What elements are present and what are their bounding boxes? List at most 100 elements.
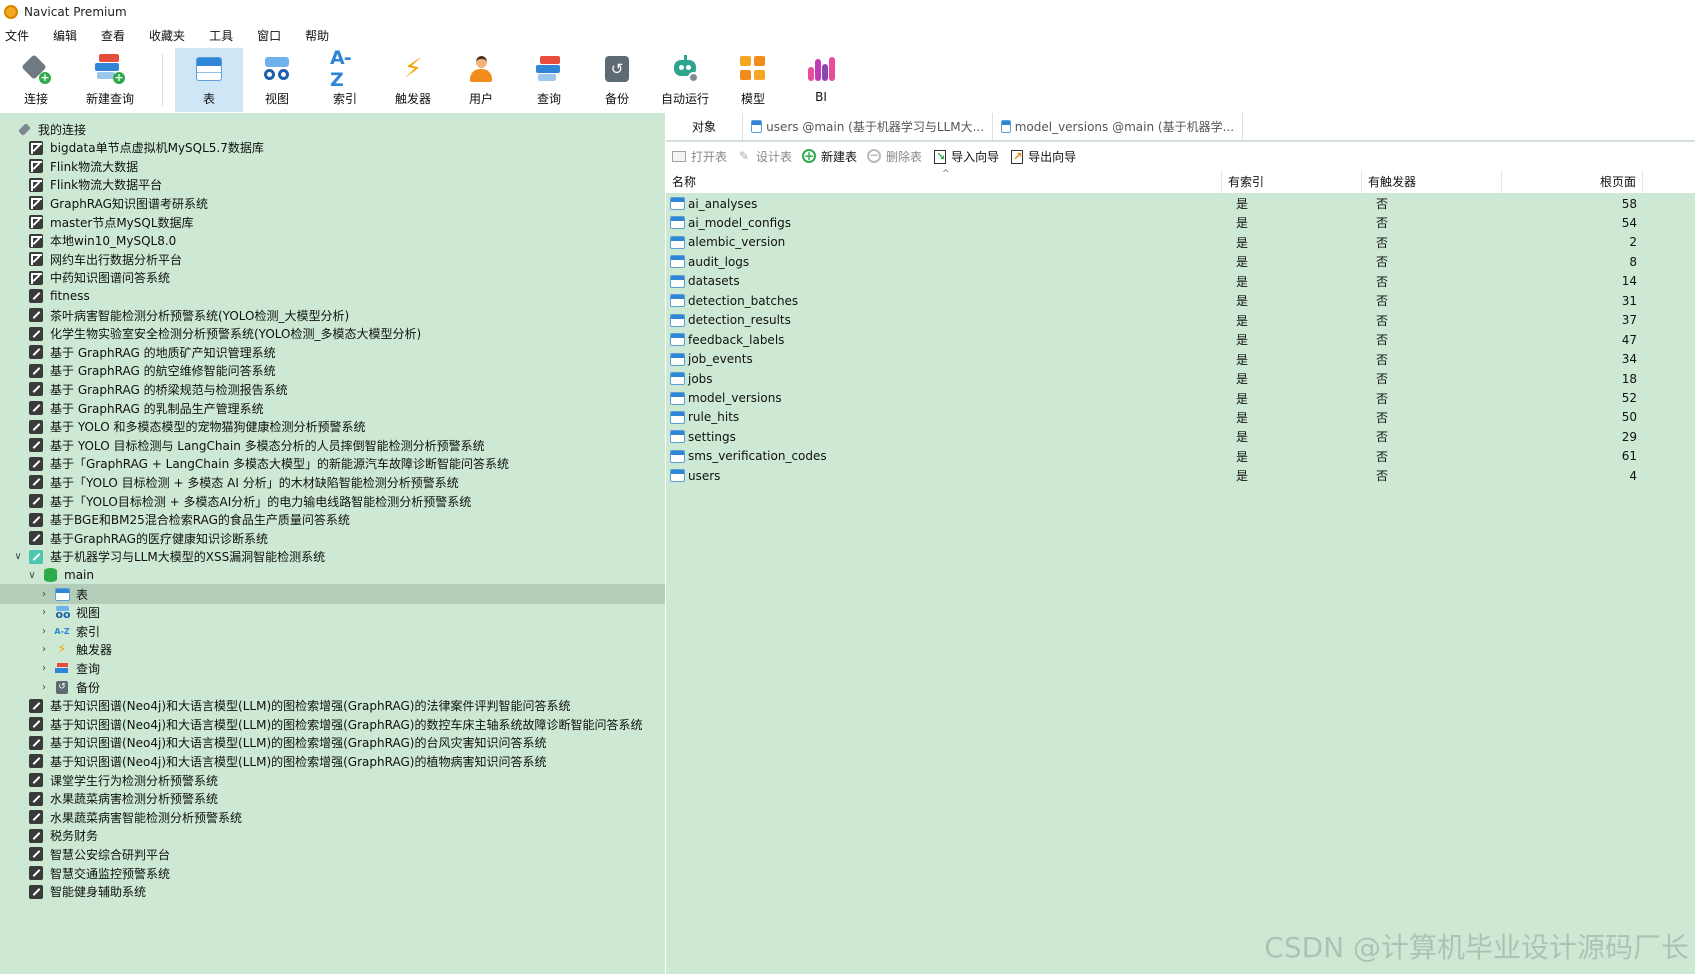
- tree-connection[interactable]: 茶叶病害智能检测分析预警系统(YOLO检测_大模型分析): [0, 305, 665, 325]
- tree-connection[interactable]: 基于 YOLO 和多模态模型的宠物猫狗健康检测分析预警系统: [0, 417, 665, 437]
- tree-connection[interactable]: 网约车出行数据分析平台: [0, 249, 665, 269]
- tree-connection[interactable]: 智慧交通监控预警系统: [0, 863, 665, 883]
- column-header-name[interactable]: 名称 ^: [666, 169, 1222, 193]
- chevron-right-icon[interactable]: ›: [38, 663, 50, 674]
- tree-connection[interactable]: 基于 GraphRAG 的乳制品生产管理系统: [0, 398, 665, 418]
- new-table-button[interactable]: + 新建表: [802, 148, 857, 165]
- chevron-right-icon[interactable]: ›: [38, 644, 50, 655]
- tree-connection[interactable]: 基于 YOLO 目标检测与 LangChain 多模态分析的人员摔倒智能检测分析…: [0, 435, 665, 455]
- tree-connection[interactable]: master节点MySQL数据库: [0, 212, 665, 232]
- chevron-down-icon[interactable]: ∨: [26, 570, 38, 581]
- tree-connection[interactable]: 基于 GraphRAG 的地质矿产知识管理系统: [0, 342, 665, 362]
- connection-tree-panel[interactable]: 我的连接 bigdata单节点虚拟机MySQL5.7数据库 Flink物流大数据 Fl…: [0, 113, 665, 974]
- chevron-right-icon[interactable]: ›: [38, 607, 50, 618]
- table-row[interactable]: ai_analyses 是 否 58: [666, 193, 1643, 214]
- table-row[interactable]: alembic_version 是 否 2: [666, 232, 1643, 253]
- export-wizard-button[interactable]: 导出向导: [1009, 148, 1076, 165]
- tree-connection[interactable]: 基于知识图谱(Neo4j)和大语言模型(LLM)的图检索增强(GraphRAG)…: [0, 733, 665, 753]
- tree-connection[interactable]: 水果蔬菜病害检测分析预警系统: [0, 789, 665, 809]
- table-row[interactable]: jobs 是 否 18: [666, 368, 1643, 389]
- design-table-button[interactable]: ✎ 设计表: [737, 148, 792, 165]
- tree-connection[interactable]: 基于知识图谱(Neo4j)和大语言模型(LLM)的图检索增强(GraphRAG)…: [0, 696, 665, 716]
- tree-connection[interactable]: 基于知识图谱(Neo4j)和大语言模型(LLM)的图检索增强(GraphRAG)…: [0, 751, 665, 771]
- tree-connection[interactable]: 基于「YOLO 目标检测 + 多模态 AI 分析」的木材缺陷智能检测分析预警系统: [0, 472, 665, 492]
- column-header-has-trigger[interactable]: 有触发器: [1362, 170, 1502, 193]
- tab-model-versions[interactable]: model_versions @main (基于机器学...: [993, 113, 1244, 140]
- table-row[interactable]: detection_results 是 否 37: [666, 310, 1643, 331]
- column-header-has-index[interactable]: 有索引: [1222, 170, 1362, 193]
- tree-connection[interactable]: 中药知识图谱问答系统: [0, 268, 665, 288]
- tree-database-main[interactable]: ∨ main: [0, 565, 665, 585]
- open-table-button[interactable]: 打开表: [672, 148, 727, 165]
- tree-connection[interactable]: 基于GraphRAG的医疗健康知识诊断系统: [0, 528, 665, 548]
- tree-connection[interactable]: Flink物流大数据平台: [0, 175, 665, 195]
- tree-connection[interactable]: 基于 GraphRAG 的航空维修智能问答系统: [0, 361, 665, 381]
- view-button[interactable]: 视图: [243, 48, 311, 112]
- tree-object-group[interactable]: › ↺ 备份: [0, 677, 665, 697]
- tree-connection[interactable]: 水果蔬菜病害智能检测分析预警系统: [0, 807, 665, 827]
- table-row[interactable]: settings 是 否 29: [666, 426, 1643, 447]
- automation-button[interactable]: 自动运行: [651, 48, 719, 112]
- tree-connection[interactable]: 基于知识图谱(Neo4j)和大语言模型(LLM)的图检索增强(GraphRAG)…: [0, 714, 665, 734]
- chevron-right-icon[interactable]: ›: [38, 682, 50, 693]
- table-row[interactable]: feedback_labels 是 否 47: [666, 329, 1643, 350]
- tree-connection[interactable]: 智能健身辅助系统: [0, 882, 665, 902]
- tree-root-my-connections[interactable]: 我的连接: [0, 119, 665, 139]
- menu-edit[interactable]: 编辑: [48, 27, 85, 44]
- tree-connection[interactable]: 税务财务: [0, 826, 665, 846]
- table-row[interactable]: model_versions 是 否 52: [666, 388, 1643, 409]
- query-button[interactable]: 查询: [515, 48, 583, 112]
- user-button[interactable]: 用户: [447, 48, 515, 112]
- index-button[interactable]: A-Z 索引: [311, 47, 379, 112]
- chevron-down-icon[interactable]: ∨: [12, 551, 24, 562]
- table-row[interactable]: audit_logs 是 否 8: [666, 251, 1643, 272]
- tree-connection[interactable]: bigdata单节点虚拟机MySQL5.7数据库: [0, 138, 665, 158]
- tree-connection[interactable]: 智慧公安综合研判平台: [0, 844, 665, 864]
- table-row[interactable]: rule_hits 是 否 50: [666, 407, 1643, 428]
- column-header-root-pages[interactable]: 根页面: [1502, 170, 1643, 193]
- tree-connection[interactable]: GraphRAG知识图谱考研系统: [0, 193, 665, 213]
- tab-users[interactable]: users @main (基于机器学习与LLM大...: [743, 113, 994, 140]
- tree-object-group[interactable]: › ⚡ 触发器: [0, 640, 665, 660]
- tree-connection[interactable]: Flink物流大数据: [0, 156, 665, 176]
- menu-help[interactable]: 帮助: [300, 27, 337, 44]
- bi-button[interactable]: BI: [787, 48, 855, 112]
- table-row[interactable]: job_events 是 否 34: [666, 349, 1643, 370]
- menu-view[interactable]: 查看: [96, 27, 133, 44]
- chevron-right-icon[interactable]: ›: [38, 589, 50, 600]
- tree-object-group[interactable]: › 表: [0, 584, 665, 604]
- tree-object-group[interactable]: › A-Z 索引: [0, 621, 665, 641]
- import-wizard-button[interactable]: 导入向导: [932, 148, 999, 165]
- menu-file[interactable]: 文件: [0, 27, 37, 44]
- table-row[interactable]: users 是 否 4: [666, 465, 1643, 486]
- tree-connection[interactable]: 基于BGE和BM25混合检索RAG的食品生产质量问答系统: [0, 510, 665, 530]
- menu-window[interactable]: 窗口: [252, 27, 289, 44]
- chevron-right-icon[interactable]: ›: [38, 626, 50, 637]
- connection-button[interactable]: + 连接: [2, 48, 70, 112]
- tree-object-group[interactable]: › 视图: [0, 603, 665, 623]
- has-index-cell: 是: [1236, 410, 1249, 425]
- tree-connection[interactable]: 课堂学生行为检测分析预警系统: [0, 770, 665, 790]
- trigger-button[interactable]: ⚡ 触发器: [379, 48, 447, 112]
- delete-table-button[interactable]: − 删除表: [867, 148, 922, 165]
- tree-connection[interactable]: 化学生物实验室安全检测分析预警系统(YOLO检测_多模态大模型分析): [0, 324, 665, 344]
- table-row[interactable]: datasets 是 否 14: [666, 271, 1643, 292]
- tab-objects[interactable]: 对象: [666, 113, 744, 140]
- backup-button[interactable]: ↺ 备份: [583, 48, 651, 112]
- table-button[interactable]: 表: [175, 48, 243, 112]
- tree-connection-open[interactable]: ∨ 基于机器学习与LLM大模型的XSS漏洞智能检测系统: [0, 547, 665, 567]
- tree-connection[interactable]: 基于「YOLO目标检测 + 多模态AI分析」的电力输电线路智能检测分析预警系统: [0, 491, 665, 511]
- object-toolbar: 打开表 ✎设计表 +新建表 −删除表 导入向导 导出向导: [666, 142, 1695, 170]
- table-row[interactable]: sms_verification_codes 是 否 61: [666, 446, 1643, 467]
- model-button[interactable]: 模型: [719, 48, 787, 112]
- menu-tools[interactable]: 工具: [204, 27, 241, 44]
- tree-connection[interactable]: 本地win10_MySQL8.0: [0, 231, 665, 251]
- tree-connection[interactable]: fitness: [0, 286, 665, 306]
- table-row[interactable]: ai_model_configs 是 否 54: [666, 212, 1643, 233]
- tree-connection[interactable]: 基于 GraphRAG 的桥梁规范与检测报告系统: [0, 379, 665, 399]
- table-row[interactable]: detection_batches 是 否 31: [666, 290, 1643, 311]
- tree-connection[interactable]: 基于「GraphRAG + LangChain 多模态大模型」的新能源汽车故障诊…: [0, 454, 665, 474]
- menu-favorites[interactable]: 收藏夹: [144, 27, 193, 44]
- new-query-button[interactable]: + 新建查询: [70, 48, 150, 112]
- tree-object-group[interactable]: › 查询: [0, 658, 665, 678]
